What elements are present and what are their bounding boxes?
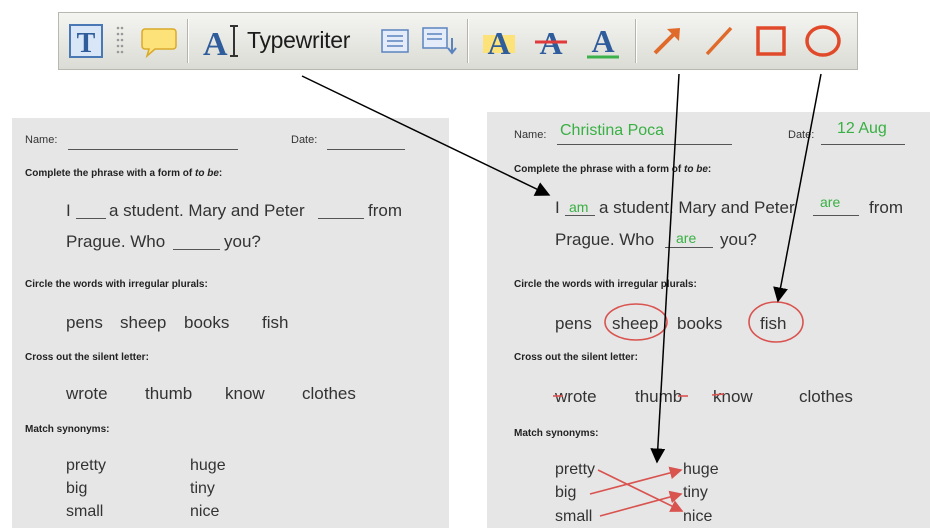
callout-arrow-typewriter [301, 75, 551, 196]
annotation-overlay [301, 73, 822, 517]
callout-arrow-oval [773, 73, 822, 303]
circle-annotation-fish[interactable] [748, 301, 804, 343]
strikeout-annotation-k[interactable] [711, 393, 725, 396]
circle-annotation-sheep[interactable] [604, 303, 668, 341]
callout-arrow-line [650, 73, 680, 464]
